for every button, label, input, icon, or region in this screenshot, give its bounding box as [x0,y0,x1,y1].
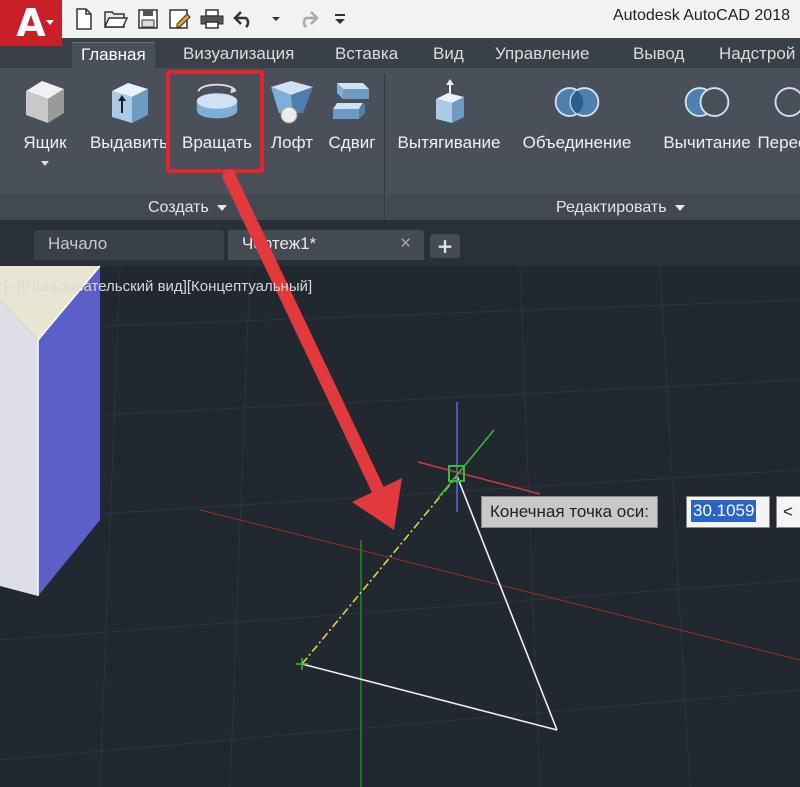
viewport-grid [0,265,800,787]
dynamic-input-value-field[interactable]: 30.1059 [686,496,770,528]
annotation-arrow-icon [222,169,402,530]
viewport-controls-label[interactable]: [−][Пользовательский вид][Концептуальный… [4,278,312,295]
box-solid [0,265,101,596]
dynamic-input-value: 30.1059 [691,500,757,522]
application-menu-button[interactable]: A [0,0,62,46]
chevron-down-icon [46,20,54,25]
dynamic-input-prompt: Конечная точка оси: [481,496,658,528]
dynamic-input-angle-field[interactable]: < [776,496,800,528]
autocad-logo-icon: A [16,1,46,45]
drawing-scene [0,169,800,787]
